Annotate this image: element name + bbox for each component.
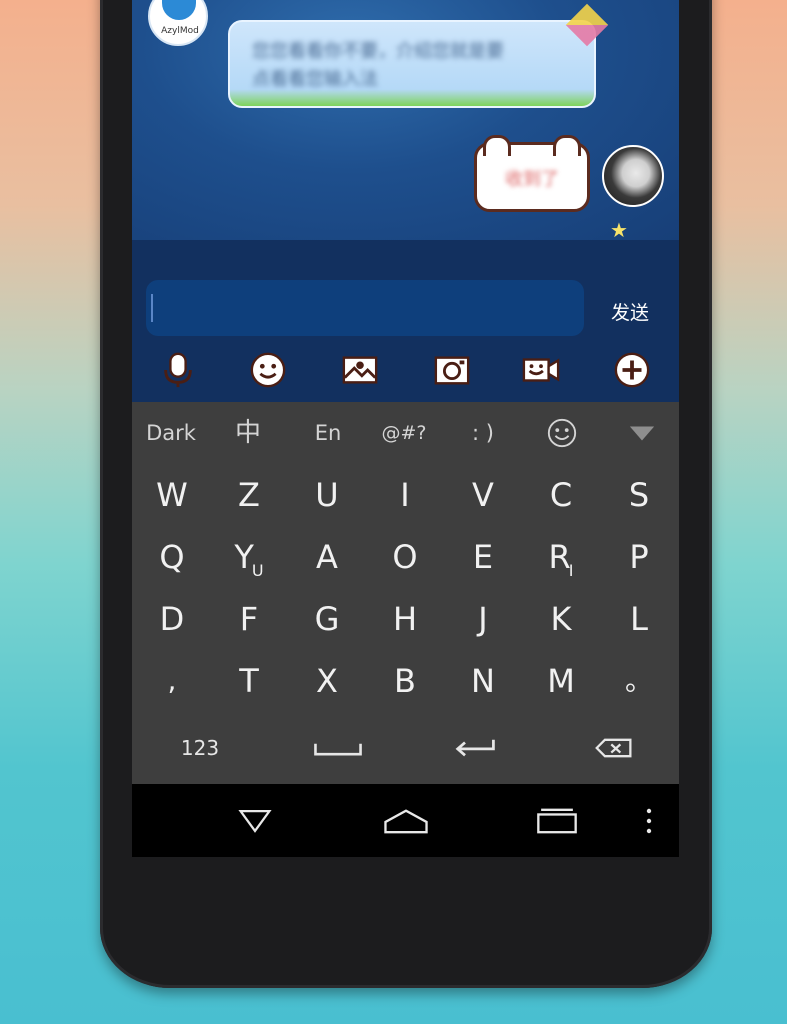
space-key[interactable] xyxy=(308,726,368,770)
avatar-label: AzylMod xyxy=(161,26,199,36)
chinese-mode-button[interactable]: 中 xyxy=(222,416,274,450)
symbols-button[interactable]: @#? xyxy=(372,416,436,450)
key-sublabel: I xyxy=(568,561,574,580)
camera-icon[interactable] xyxy=(432,350,472,390)
message-input[interactable] xyxy=(146,280,584,336)
key-label: B xyxy=(394,662,416,700)
key-label: G xyxy=(314,600,340,638)
numbers-key[interactable]: 123 xyxy=(168,726,232,770)
key-1-6[interactable]: P xyxy=(604,528,674,586)
composer-bar: 发送 xyxy=(132,240,679,402)
key-0-3[interactable]: I xyxy=(370,466,440,524)
contact-avatar[interactable]: AzylMod xyxy=(148,0,208,46)
key-2-6[interactable]: L xyxy=(604,590,674,648)
outgoing-message-bubble[interactable]: 收到了 xyxy=(474,135,590,212)
backspace-key[interactable] xyxy=(586,726,642,770)
key-1-0[interactable]: Q xyxy=(137,528,207,586)
key-0-0[interactable]: W xyxy=(137,466,207,524)
key-label: N xyxy=(471,662,495,700)
key-label: , xyxy=(167,664,177,697)
back-icon[interactable] xyxy=(232,804,278,838)
key-label: J xyxy=(478,600,488,638)
phone-screen: AzylMod 您您看看你不要，介绍您就是要 点看看您输入法 收到了 ★ 发送 xyxy=(132,0,679,857)
key-2-2[interactable]: G xyxy=(292,590,362,648)
key-label: E xyxy=(472,538,494,576)
key-label: R xyxy=(548,538,571,576)
enter-key[interactable] xyxy=(448,726,504,770)
key-0-2[interactable]: U xyxy=(292,466,362,524)
emoji-keyboard-icon[interactable] xyxy=(540,416,584,450)
send-button[interactable]: 发送 xyxy=(600,298,660,326)
emoji-icon[interactable] xyxy=(248,350,288,390)
key-label: L xyxy=(630,600,648,638)
key-label: A xyxy=(316,538,338,576)
key-0-4[interactable]: V xyxy=(448,466,518,524)
key-label: X xyxy=(316,662,338,700)
key-1-4[interactable]: E xyxy=(448,528,518,586)
key-3-4[interactable]: N xyxy=(448,652,518,710)
key-label: V xyxy=(472,476,494,514)
outgoing-message-text: 收到了 xyxy=(505,169,559,190)
microphone-icon[interactable] xyxy=(158,350,198,390)
theme-button[interactable]: Dark xyxy=(140,416,202,450)
key-0-6[interactable]: S xyxy=(604,466,674,524)
recents-icon[interactable] xyxy=(532,804,582,838)
key-1-5[interactable]: RI xyxy=(526,528,596,586)
key-label: K xyxy=(550,600,572,638)
key-label: D xyxy=(159,600,185,638)
key-3-1[interactable]: T xyxy=(214,652,284,710)
video-icon[interactable] xyxy=(521,350,561,390)
collapse-keyboard-icon[interactable] xyxy=(622,416,662,450)
home-icon[interactable] xyxy=(380,804,432,838)
incoming-message-bubble[interactable]: 您您看看你不要，介绍您就是要 点看看您输入法 xyxy=(228,20,596,108)
soft-keyboard: Dark 中 En @#? : ) W Z U I V C S Q YU A O E RI P D F G H J K… xyxy=(132,402,679,784)
key-label: U xyxy=(315,476,339,514)
user-avatar[interactable] xyxy=(602,145,664,207)
key-1-3[interactable]: O xyxy=(370,528,440,586)
image-icon[interactable] xyxy=(340,350,380,390)
avatar-logo-icon xyxy=(162,0,196,20)
key-2-0[interactable]: D xyxy=(137,590,207,648)
text-caret xyxy=(151,294,153,322)
key-2-5[interactable]: K xyxy=(526,590,596,648)
key-label: Z xyxy=(238,476,260,514)
key-label: I xyxy=(400,476,410,514)
key-1-1[interactable]: YU xyxy=(214,528,284,586)
key-2-3[interactable]: H xyxy=(370,590,440,648)
menu-icon[interactable] xyxy=(640,804,658,838)
key-3-3[interactable]: B xyxy=(370,652,440,710)
emoticon-button[interactable]: : ) xyxy=(457,416,509,450)
key-3-5[interactable]: M xyxy=(526,652,596,710)
incoming-message-text: 您您看看你不要，介绍您就是要 点看看您输入法 xyxy=(252,41,504,90)
key-label: 。 xyxy=(624,664,653,697)
key-label: F xyxy=(239,600,259,638)
system-navigation-bar xyxy=(132,784,679,857)
key-label: P xyxy=(629,538,649,576)
key-label: C xyxy=(549,476,573,514)
key-1-2[interactable]: A xyxy=(292,528,362,586)
key-sublabel: U xyxy=(251,561,264,580)
keyboard-toolbar: Dark 中 En @#? : ) xyxy=(132,402,679,464)
key-2-4[interactable]: J xyxy=(448,590,518,648)
key-label: H xyxy=(392,600,418,638)
key-label: Y xyxy=(234,538,254,576)
key-label: O xyxy=(392,538,418,576)
plus-icon[interactable] xyxy=(612,350,652,390)
key-2-1[interactable]: F xyxy=(214,590,284,648)
key-3-6[interactable]: 。 xyxy=(604,652,674,710)
star-decoration-icon: ★ xyxy=(610,218,628,242)
key-0-5[interactable]: C xyxy=(526,466,596,524)
key-label: Q xyxy=(159,538,185,576)
key-label: T xyxy=(239,662,259,700)
key-label: S xyxy=(628,476,650,514)
key-label: W xyxy=(156,476,188,514)
english-mode-button[interactable]: En xyxy=(302,416,354,450)
key-0-1[interactable]: Z xyxy=(214,466,284,524)
chat-area: AzylMod 您您看看你不要，介绍您就是要 点看看您输入法 收到了 ★ xyxy=(132,0,679,242)
key-3-0[interactable]: , xyxy=(137,652,207,710)
key-label: M xyxy=(547,662,575,700)
key-3-2[interactable]: X xyxy=(292,652,362,710)
